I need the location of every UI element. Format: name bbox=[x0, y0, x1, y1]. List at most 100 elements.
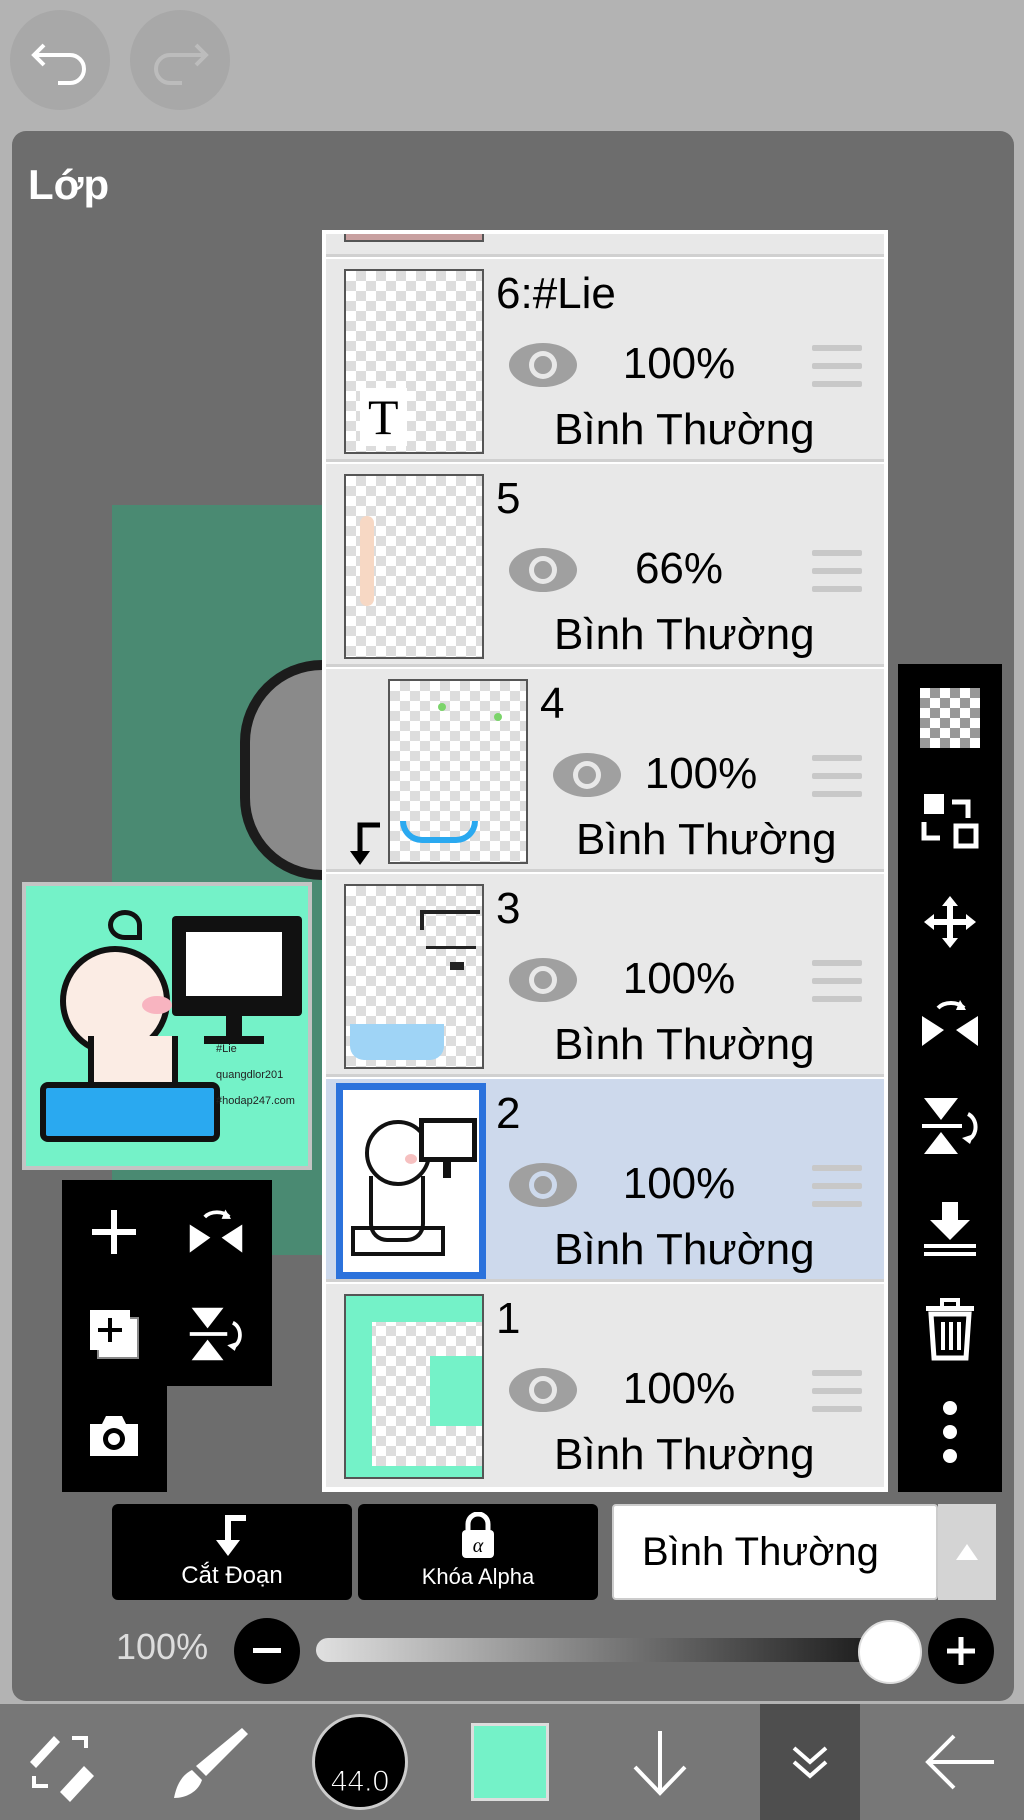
layer-row[interactable]: T 6:#Lie 100% Bình Thường bbox=[326, 259, 884, 462]
flip-h-icon bbox=[189, 1209, 243, 1253]
layer-opacity: 100% bbox=[644, 749, 758, 798]
brush-eraser-switch-icon bbox=[30, 1736, 94, 1802]
transparent-fill-button[interactable] bbox=[916, 684, 984, 752]
drag-handle-icon[interactable] bbox=[812, 345, 862, 387]
layer-thumbnail: T bbox=[344, 269, 484, 454]
layer-thumbnail bbox=[388, 679, 528, 864]
undo-icon bbox=[31, 43, 86, 85]
brush-button[interactable] bbox=[160, 1704, 260, 1820]
checker-icon bbox=[920, 688, 980, 748]
drag-handle-icon[interactable] bbox=[812, 550, 862, 592]
flip-vertical-icon bbox=[922, 1098, 978, 1154]
arrow-down-icon bbox=[633, 1731, 687, 1796]
layer-row[interactable]: 3 100% Bình Thường bbox=[326, 874, 884, 1077]
opacity-increase-button[interactable] bbox=[928, 1618, 994, 1684]
more-icon bbox=[943, 1401, 957, 1463]
tool-switch-button[interactable] bbox=[10, 1704, 110, 1820]
flip-h-button[interactable] bbox=[182, 1198, 250, 1266]
more-button[interactable] bbox=[916, 1398, 984, 1466]
add-layer-icon bbox=[92, 1210, 136, 1254]
layer-row-selected[interactable]: 2 100% Bình Thường bbox=[326, 1079, 884, 1282]
text-layer-marker: T bbox=[360, 388, 407, 446]
layer-blend-mode: Bình Thường bbox=[554, 1430, 815, 1479]
opacity-slider-track[interactable] bbox=[316, 1638, 906, 1662]
lock-icon: α bbox=[462, 1512, 494, 1558]
flip-v-button[interactable] bbox=[182, 1300, 250, 1368]
duplicate-layer-button[interactable] bbox=[80, 1300, 148, 1368]
visibility-eye-icon[interactable] bbox=[506, 339, 580, 391]
back-button[interactable] bbox=[910, 1704, 1010, 1820]
collapse-panel-button[interactable] bbox=[760, 1704, 860, 1820]
preview-watermark: #Lie quangdlor201 #hodap247.com bbox=[216, 1036, 295, 1114]
merge-down-button[interactable] bbox=[916, 1194, 984, 1262]
delete-layer-button[interactable] bbox=[916, 1296, 984, 1364]
blend-mode-value: Bình Thường bbox=[642, 1530, 879, 1574]
add-layer-button[interactable] bbox=[80, 1198, 148, 1266]
move-icon bbox=[924, 896, 976, 948]
layer-row-partial[interactable] bbox=[326, 234, 884, 257]
layer-list[interactable]: T 6:#Lie 100% Bình Thường 5 66% Bình Thư… bbox=[322, 230, 888, 1492]
visibility-eye-icon[interactable] bbox=[550, 749, 624, 801]
layer-row[interactable]: 4 100% Bình Thường bbox=[326, 669, 884, 872]
redo-button[interactable] bbox=[130, 10, 230, 110]
preview-line: #hodap247.com bbox=[216, 1095, 295, 1107]
opacity-decrease-button[interactable] bbox=[234, 1618, 300, 1684]
preview-line: quangdlor201 bbox=[216, 1069, 284, 1081]
arrow-left-icon bbox=[925, 1734, 994, 1790]
visibility-eye-icon[interactable] bbox=[506, 954, 580, 1006]
brush-size-icon: 44.0 bbox=[312, 1714, 408, 1810]
drag-handle-icon[interactable] bbox=[812, 960, 862, 1002]
clipping-arrow-icon bbox=[350, 822, 380, 865]
flip-horizontal-icon bbox=[922, 1000, 978, 1046]
drag-handle-icon[interactable] bbox=[812, 1370, 862, 1412]
layer-thumbnail bbox=[336, 1083, 486, 1279]
visibility-eye-icon[interactable] bbox=[506, 1159, 580, 1211]
layer-name: 5 bbox=[496, 474, 521, 523]
brush-size-button[interactable]: 44.0 bbox=[310, 1704, 410, 1820]
move-button[interactable] bbox=[916, 888, 984, 956]
alpha-lock-button[interactable]: α Khóa Alpha bbox=[358, 1504, 598, 1600]
color-button[interactable] bbox=[460, 1704, 560, 1820]
bottom-toolbar: 44.0 bbox=[0, 1704, 1024, 1820]
layer-name: 2 bbox=[496, 1089, 521, 1138]
brush-icon bbox=[174, 1728, 248, 1798]
canvas-preview[interactable]: #Lie quangdlor201 #hodap247.com bbox=[22, 882, 312, 1170]
layer-row[interactable]: 5 66% Bình Thường bbox=[326, 464, 884, 667]
layer-name: 6:#Lie bbox=[496, 269, 616, 318]
visibility-eye-icon[interactable] bbox=[506, 1364, 580, 1416]
layer-name: 3 bbox=[496, 884, 521, 933]
layer-name: 4 bbox=[540, 679, 565, 728]
redo-icon bbox=[154, 43, 209, 85]
plus-icon bbox=[947, 1637, 975, 1665]
triangle-up-icon bbox=[956, 1544, 978, 1560]
layer-opacity: 100% bbox=[622, 339, 736, 388]
color-swatch bbox=[471, 1723, 549, 1801]
blend-mode-select[interactable]: Bình Thường bbox=[612, 1504, 938, 1600]
layer-blend-mode: Bình Thường bbox=[554, 610, 815, 659]
duplicate-layer-icon bbox=[90, 1310, 139, 1359]
layer-opacity: 100% bbox=[622, 1364, 736, 1413]
layer-down-button[interactable] bbox=[610, 1704, 710, 1820]
clipping-button[interactable]: Cắt Đoạn bbox=[112, 1504, 352, 1600]
swap-button[interactable] bbox=[916, 786, 984, 854]
flip-vertical-button[interactable] bbox=[916, 1092, 984, 1160]
flip-horizontal-button[interactable] bbox=[916, 990, 984, 1058]
minus-icon bbox=[253, 1648, 281, 1653]
blend-mode-dropdown-button[interactable] bbox=[938, 1504, 996, 1600]
undo-button[interactable] bbox=[10, 10, 110, 110]
layer-thumbnail bbox=[344, 1294, 484, 1479]
camera-button[interactable] bbox=[80, 1402, 148, 1470]
drag-handle-icon[interactable] bbox=[812, 755, 862, 797]
right-toolbar bbox=[898, 664, 1002, 1492]
layer-blend-mode: Bình Thường bbox=[554, 1225, 815, 1274]
trash-icon bbox=[926, 1298, 974, 1361]
visibility-eye-icon[interactable] bbox=[506, 544, 580, 596]
layer-thumbnail bbox=[344, 234, 484, 242]
preview-line: #Lie bbox=[216, 1043, 237, 1055]
flip-v-icon bbox=[189, 1307, 242, 1361]
layer-row[interactable]: 1 100% Bình Thường bbox=[326, 1284, 884, 1487]
left-toolbar bbox=[62, 1180, 272, 1492]
opacity-row: 100% bbox=[0, 1610, 1024, 1690]
opacity-slider-thumb[interactable] bbox=[858, 1620, 922, 1684]
drag-handle-icon[interactable] bbox=[812, 1165, 862, 1207]
